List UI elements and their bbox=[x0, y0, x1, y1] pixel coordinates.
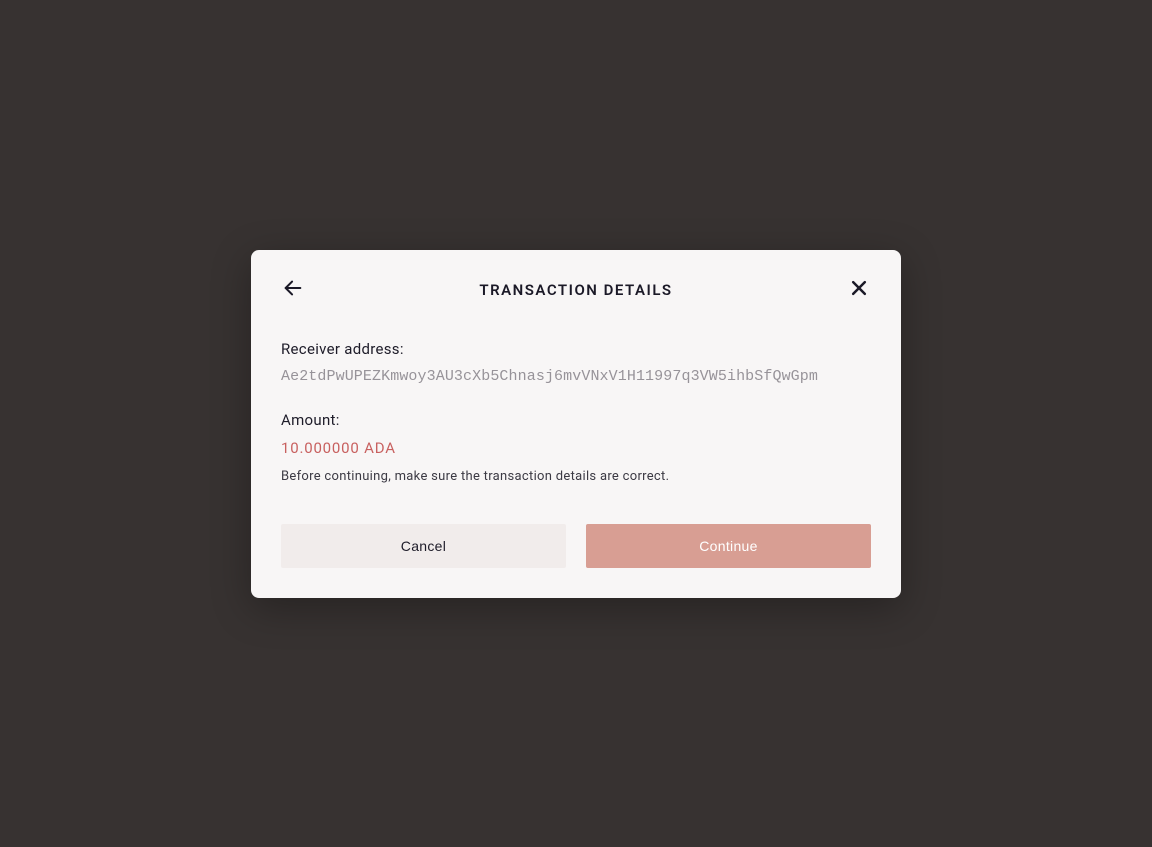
back-button[interactable] bbox=[281, 278, 305, 302]
arrow-left-icon bbox=[282, 277, 304, 302]
button-row: Cancel Continue bbox=[281, 524, 871, 568]
receiver-address-label: Receiver address: bbox=[281, 340, 871, 358]
warning-text: Before continuing, make sure the transac… bbox=[281, 469, 871, 484]
close-icon bbox=[849, 278, 869, 301]
modal-title: TRANSACTION DETAILS bbox=[305, 281, 847, 299]
modal-header: TRANSACTION DETAILS bbox=[281, 278, 871, 302]
transaction-details-modal: TRANSACTION DETAILS Receiver address: Ae… bbox=[251, 250, 901, 598]
amount-label: Amount: bbox=[281, 411, 871, 429]
continue-button[interactable]: Continue bbox=[586, 524, 871, 568]
cancel-button[interactable]: Cancel bbox=[281, 524, 566, 568]
close-button[interactable] bbox=[847, 278, 871, 302]
receiver-address-value: Ae2tdPwUPEZKmwoy3AU3cXb5Chnasj6mvVNxV1H1… bbox=[281, 368, 871, 385]
amount-value: 10.000000 ADA bbox=[281, 439, 871, 457]
